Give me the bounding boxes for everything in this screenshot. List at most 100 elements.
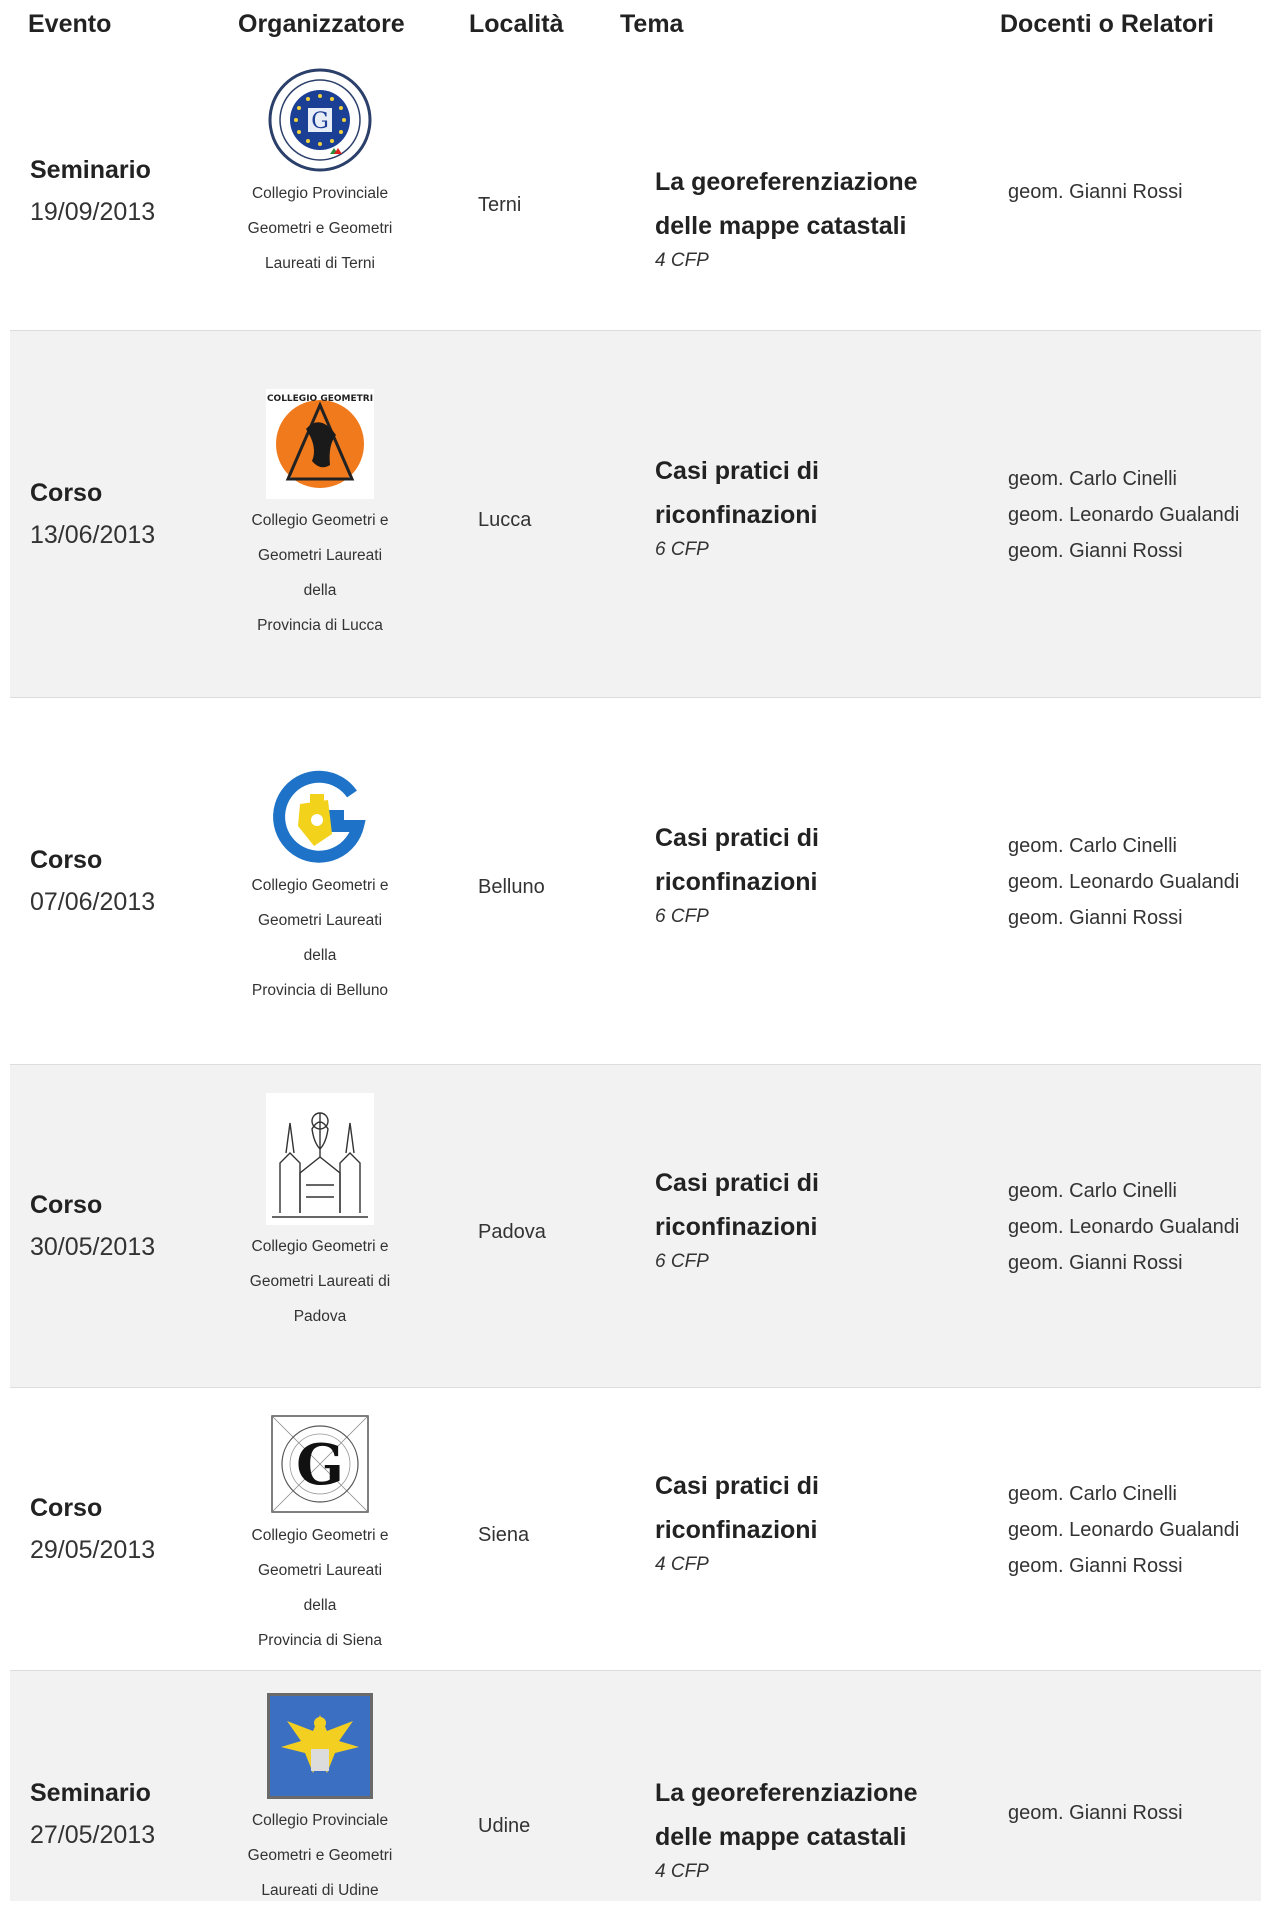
docenti: geom. Carlo Cinelli geom. Leonardo Guala…: [1008, 828, 1239, 936]
organizer-name-line: Collegio Geometri e: [251, 1238, 389, 1255]
organizer-name-line: Laureati di Terni: [264, 255, 375, 272]
docente-name: geom. Leonardo Gualandi: [1008, 504, 1240, 526]
terni-collegio-logo: G: [268, 68, 372, 172]
organizer-name-line: Geometri e Geometri: [247, 220, 393, 237]
tema: Casi pratici di riconfinazioni 6 CFP: [655, 449, 935, 561]
event-type: Corso: [30, 479, 103, 507]
docente-name: geom. Gianni Rossi: [1008, 907, 1183, 929]
tema-title-line: La georeferenziazione: [655, 168, 918, 196]
cfp-credits: 6 CFP: [655, 906, 709, 927]
header-tema: Tema: [620, 10, 684, 38]
tema-title-line: La georeferenziazione: [655, 1779, 918, 1807]
tema: La georeferenziazione delle mappe catast…: [655, 160, 935, 272]
localita: Lucca: [478, 509, 532, 531]
localita: Padova: [478, 1221, 546, 1243]
docente-name: geom. Carlo Cinelli: [1008, 1483, 1177, 1505]
docente-name: geom. Carlo Cinelli: [1008, 468, 1177, 490]
header-evento: Evento: [28, 10, 112, 38]
event-date: 13/06/2013: [30, 521, 156, 549]
cfp-credits: 6 CFP: [655, 1251, 709, 1272]
organizer-name-line: Geometri Laureati della: [257, 547, 383, 599]
docenti: geom. Carlo Cinelli geom. Leonardo Guala…: [1008, 461, 1239, 569]
docente-name: geom. Leonardo Gualandi: [1008, 1216, 1240, 1238]
docente-name: geom. Carlo Cinelli: [1008, 1180, 1177, 1202]
docente-name: geom. Gianni Rossi: [1008, 1252, 1183, 1274]
localita: Belluno: [478, 876, 545, 898]
event-date: 19/09/2013: [30, 198, 156, 226]
docente-name: geom. Leonardo Gualandi: [1008, 1519, 1240, 1541]
organizer: Collegio Geometri e Geometri Laureati di…: [240, 1093, 400, 1334]
event-type: Corso: [30, 846, 103, 874]
header-docenti: Docenti o Relatori: [1000, 10, 1214, 38]
docente-name: geom. Gianni Rossi: [1008, 181, 1183, 203]
docente-name: geom. Leonardo Gualandi: [1008, 871, 1240, 893]
localita: Siena: [478, 1524, 530, 1546]
tema-title-line: riconfinazioni: [655, 868, 818, 896]
table-row: Corso 07/06/2013 Collegio Geometri e Geo…: [10, 698, 1261, 1065]
table-row: Corso 30/05/2013 Collegio Geometri e Geo…: [10, 1065, 1261, 1388]
organizer: Collegio Provinciale Geometri e Geometri…: [240, 1693, 400, 1908]
tema: Casi pratici di riconfinazioni 6 CFP: [655, 1161, 935, 1273]
docenti: geom. Carlo Cinelli geom. Leonardo Guala…: [1008, 1476, 1239, 1584]
table-row: Seminario 19/09/2013 G Collegio Provinci…: [10, 54, 1261, 331]
organizer: Collegio Geometri e Geometri Laureati de…: [240, 764, 400, 1008]
localita: Udine: [478, 1815, 531, 1837]
event-date: 29/05/2013: [30, 1536, 156, 1564]
organizer: G Collegio Geometri e Geometri Laureati …: [240, 1414, 400, 1658]
organizer-name-line: Provincia di Siena: [257, 1632, 383, 1649]
table-row: Corso 13/06/2013 COLLEGIO GEOMETRI Colle…: [10, 331, 1261, 698]
siena-collegio-logo: G: [271, 1415, 369, 1513]
organizer: G Collegio Provinciale Geometri e Geomet…: [240, 68, 400, 281]
event-type: Seminario: [30, 156, 151, 184]
tema: La georeferenziazione delle mappe catast…: [655, 1771, 935, 1883]
tema-title-line: Casi pratici di: [655, 1472, 819, 1500]
tema-title-line: delle mappe catastali: [655, 1823, 907, 1851]
tema-title-line: Casi pratici di: [655, 824, 819, 852]
docente-name: geom. Gianni Rossi: [1008, 540, 1183, 562]
organizer-name-line: Provincia di Belluno: [251, 982, 389, 999]
organizer-name-line: Collegio Geometri e: [251, 512, 389, 529]
lucca-collegio-logo: COLLEGIO GEOMETRI: [266, 389, 374, 499]
organizer-name-line: Collegio Provinciale: [251, 185, 389, 202]
tema: Casi pratici di riconfinazioni 4 CFP: [655, 1464, 935, 1576]
cfp-credits: 4 CFP: [655, 1861, 709, 1882]
cfp-credits: 6 CFP: [655, 539, 709, 560]
docente-name: geom. Gianni Rossi: [1008, 1802, 1183, 1824]
docente-name: geom. Gianni Rossi: [1008, 1555, 1183, 1577]
tema-title-line: delle mappe catastali: [655, 212, 907, 240]
events-table: Evento Organizzatore Località Tema Docen…: [0, 0, 1261, 1901]
padova-collegio-logo: [266, 1093, 374, 1225]
tema-title-line: riconfinazioni: [655, 501, 818, 529]
organizer-name-line: Geometri Laureati della: [257, 1562, 383, 1614]
organizer-name-line: Laureati di Udine: [261, 1882, 379, 1899]
svg-text:G: G: [296, 1432, 344, 1498]
tema-title-line: Casi pratici di: [655, 1169, 819, 1197]
tema-title-line: Casi pratici di: [655, 457, 819, 485]
docente-name: geom. Carlo Cinelli: [1008, 835, 1177, 857]
header-localita: Località: [469, 10, 564, 38]
table-row: Corso 29/05/2013 G Collegio Geometri e G…: [10, 1388, 1261, 1671]
cfp-credits: 4 CFP: [655, 1554, 709, 1575]
docenti: geom. Carlo Cinelli geom. Leonardo Guala…: [1008, 1173, 1239, 1281]
organizer-name-line: Padova: [293, 1308, 347, 1325]
organizer-name-line: Collegio Provinciale: [251, 1812, 389, 1829]
tema: Casi pratici di riconfinazioni 6 CFP: [655, 816, 935, 928]
localita: Terni: [478, 194, 522, 216]
svg-text:G: G: [311, 109, 329, 134]
event-type: Corso: [30, 1494, 103, 1522]
belluno-collegio-logo: [273, 770, 366, 863]
organizer-name-line: Geometri e Geometri: [247, 1847, 393, 1864]
tema-title-line: riconfinazioni: [655, 1213, 818, 1241]
event-date: 30/05/2013: [30, 1233, 156, 1261]
header-organizzatore: Organizzatore: [238, 10, 405, 38]
udine-collegio-logo: [267, 1693, 373, 1799]
tema-title-line: riconfinazioni: [655, 1516, 818, 1544]
svg-text:COLLEGIO GEOMETRI: COLLEGIO GEOMETRI: [267, 394, 373, 404]
event-date: 07/06/2013: [30, 888, 156, 916]
organizer: COLLEGIO GEOMETRI Collegio Geometri e Ge…: [240, 389, 400, 643]
organizer-name-line: Collegio Geometri e: [251, 1527, 389, 1544]
table-header: Evento Organizzatore Località Tema Docen…: [0, 0, 1261, 54]
docenti: geom. Gianni Rossi: [1008, 1795, 1183, 1831]
organizer-name-line: Geometri Laureati della: [257, 912, 383, 964]
table-row: Seminario 27/05/2013 Collegio Provincial…: [10, 1671, 1261, 1901]
